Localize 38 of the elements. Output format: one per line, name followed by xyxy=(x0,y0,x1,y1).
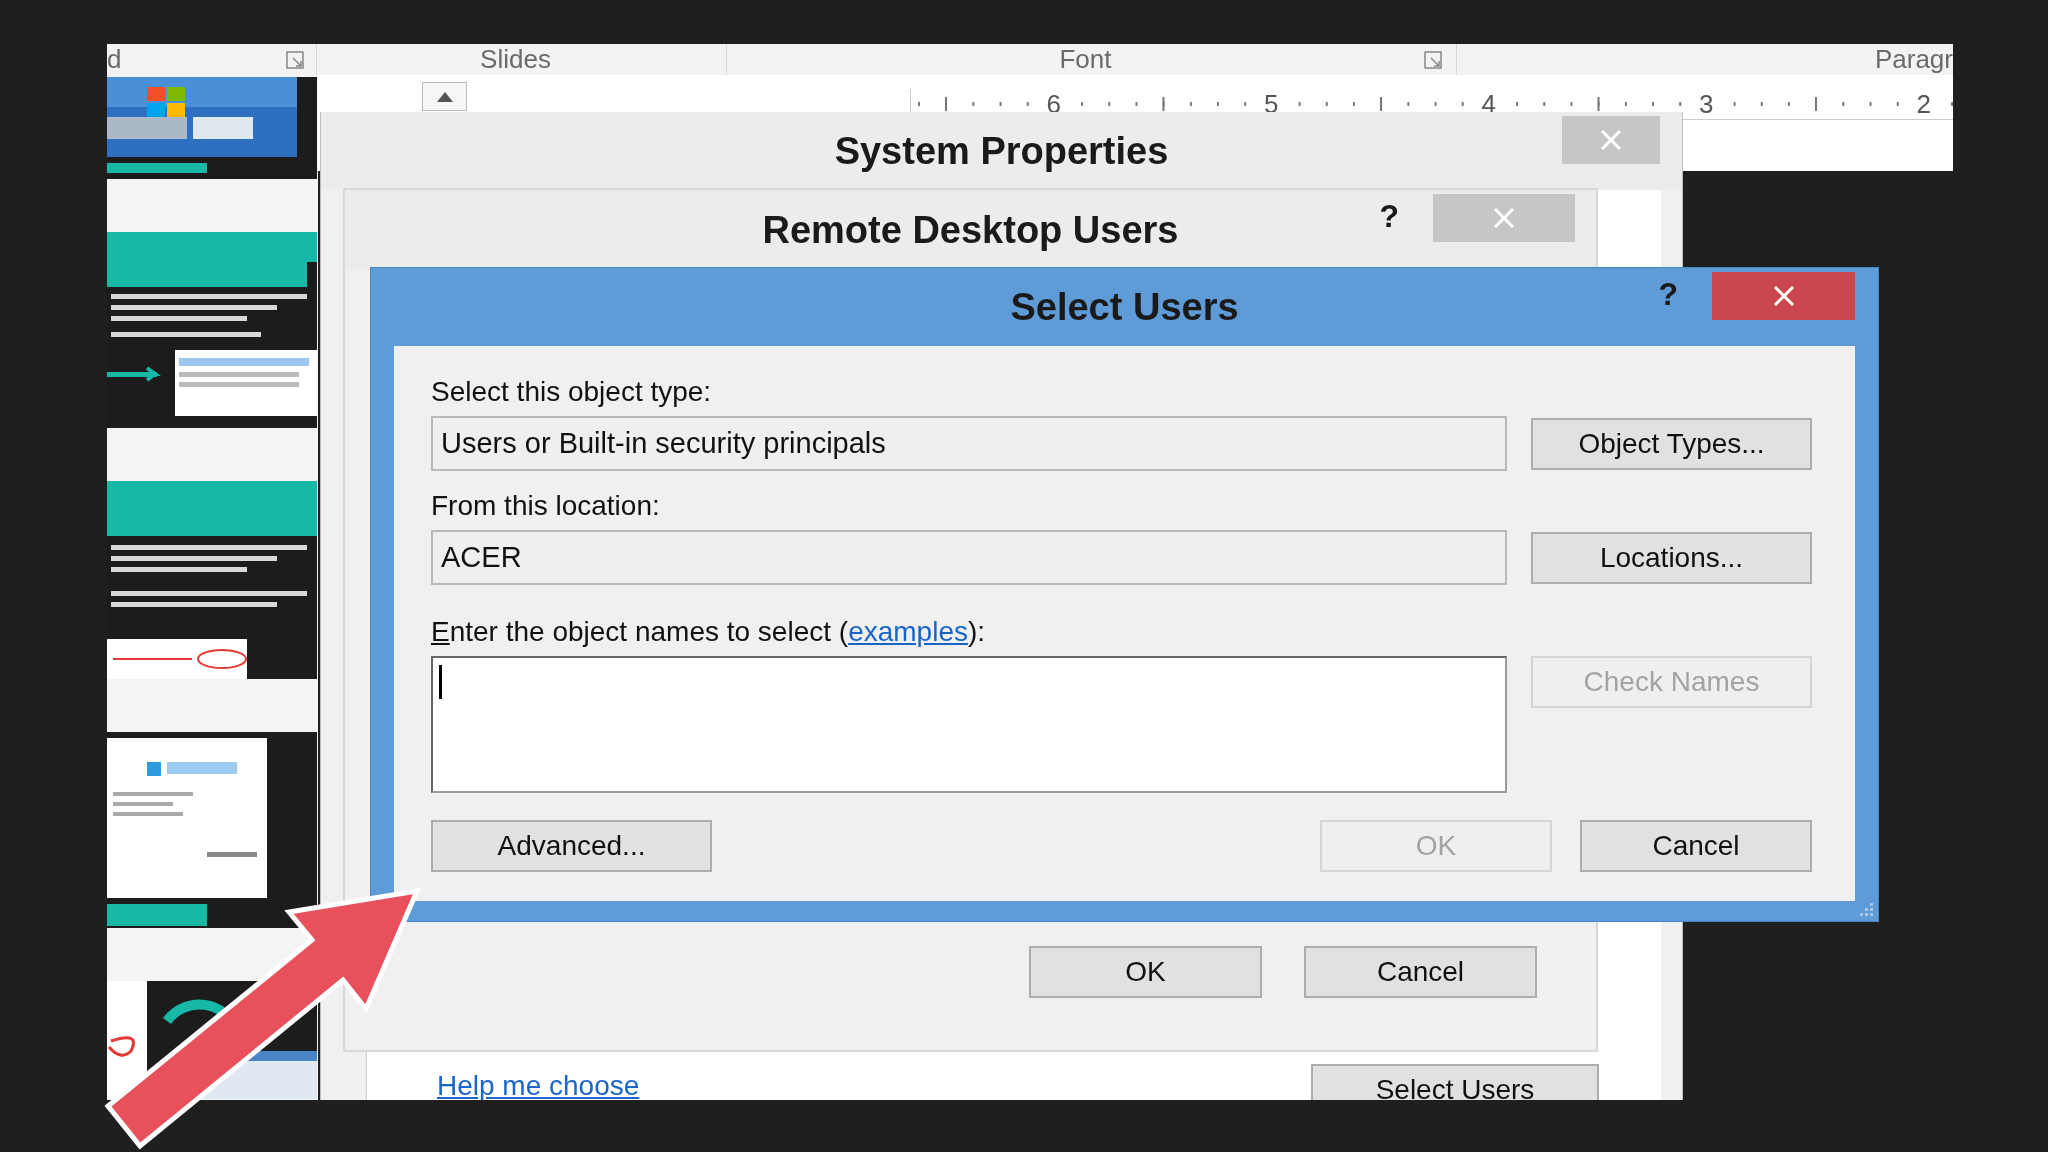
slide-thumbnail[interactable] xyxy=(107,232,317,428)
select-users-button[interactable]: Select Users xyxy=(1311,1064,1599,1100)
close-button[interactable] xyxy=(1562,116,1660,164)
dialog-button[interactable]: Cancel xyxy=(1580,820,1812,872)
dialog-button[interactable]: OK xyxy=(1029,946,1262,998)
up-arrow-icon xyxy=(436,91,453,102)
location-field[interactable]: ACER xyxy=(431,530,1507,585)
window-title: Select Users xyxy=(1010,285,1239,329)
ribbon-group-label: Slides xyxy=(480,44,551,75)
resize-grip-icon[interactable] xyxy=(1858,901,1874,917)
names-field[interactable] xyxy=(431,656,1507,793)
help-link[interactable]: Help me choose xyxy=(437,1064,640,1100)
window-title: Remote Desktop Users xyxy=(762,208,1179,252)
object-type-field[interactable]: Users or Built-in security principals xyxy=(431,416,1507,471)
scroll-up-button[interactable] xyxy=(422,82,467,111)
help-button[interactable]: ? xyxy=(1379,194,1399,235)
examples-link[interactable]: examples xyxy=(848,616,968,647)
locations-button[interactable]: Locations... xyxy=(1531,531,1812,584)
close-icon xyxy=(1493,207,1515,229)
slide-thumbnail[interactable] xyxy=(107,732,317,928)
ribbon-group-label: Font xyxy=(1059,44,1112,75)
object-types-button[interactable]: Object Types... xyxy=(1531,417,1812,470)
launcher-icon[interactable] xyxy=(286,50,304,69)
dialog-button[interactable]: Advanced... xyxy=(431,820,712,872)
close-icon xyxy=(1600,129,1622,151)
location-label: From this location: xyxy=(431,489,661,523)
help-button[interactable]: ? xyxy=(1658,272,1678,313)
window-title: System Properties xyxy=(834,129,1169,173)
ribbon-group-label: d xyxy=(107,44,122,75)
close-button[interactable] xyxy=(1712,272,1855,320)
close-icon xyxy=(1772,285,1795,307)
names-label: Enter the object names to select (examples): xyxy=(431,615,987,649)
slide-thumbnail[interactable] xyxy=(107,77,317,179)
launcher-icon[interactable] xyxy=(1424,50,1442,69)
object-type-label: Select this object type: xyxy=(431,375,713,409)
dialog-button[interactable]: Cancel xyxy=(1304,946,1537,998)
ribbon-group-label: Paragr xyxy=(1874,44,1953,75)
slide-thumbnail[interactable] xyxy=(107,481,317,679)
